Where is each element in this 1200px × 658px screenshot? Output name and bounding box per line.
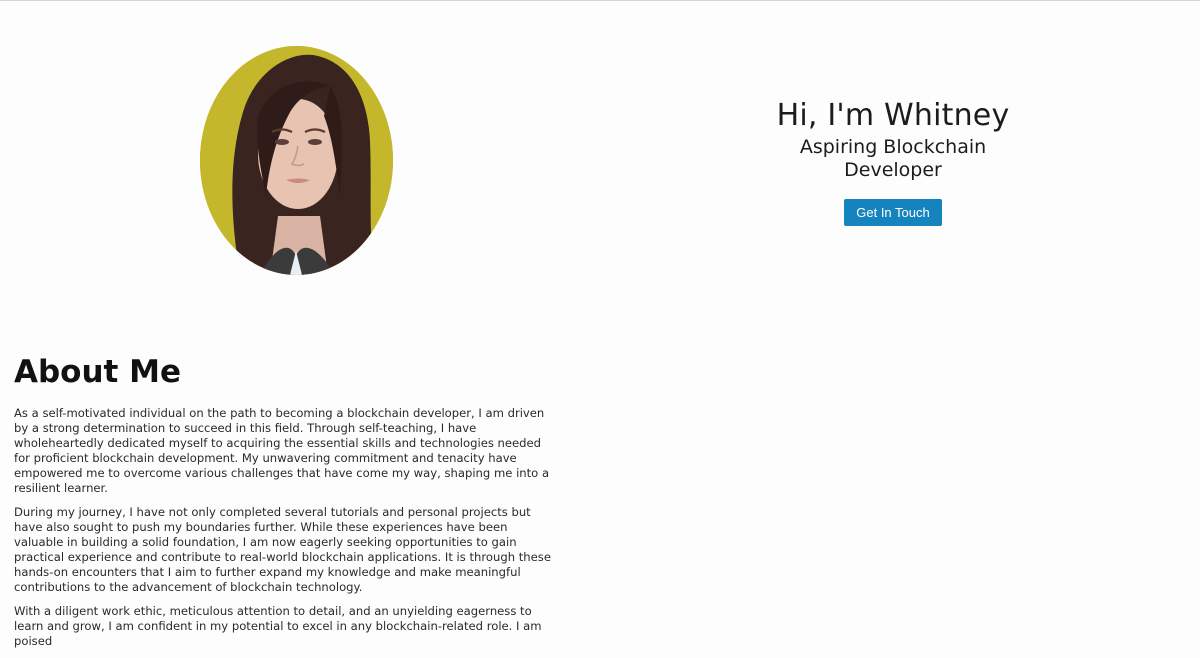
about-paragraph: During my journey, I have not only compl… (14, 505, 551, 594)
hero-intro: Hi, I'm Whitney Aspiring Blockchain Deve… (740, 96, 1046, 226)
profile-photo (200, 46, 393, 275)
about-section: About Me As a self-motivated individual … (14, 352, 554, 658)
top-divider (0, 0, 1200, 1)
hero-role: Aspiring Blockchain Developer (799, 136, 987, 181)
get-in-touch-button[interactable]: Get In Touch (844, 199, 942, 226)
about-title: About Me (14, 354, 182, 390)
about-paragraph: As a self-motivated individual on the pa… (14, 406, 550, 495)
hero-greeting: Hi, I'm Whitney (776, 98, 1010, 133)
